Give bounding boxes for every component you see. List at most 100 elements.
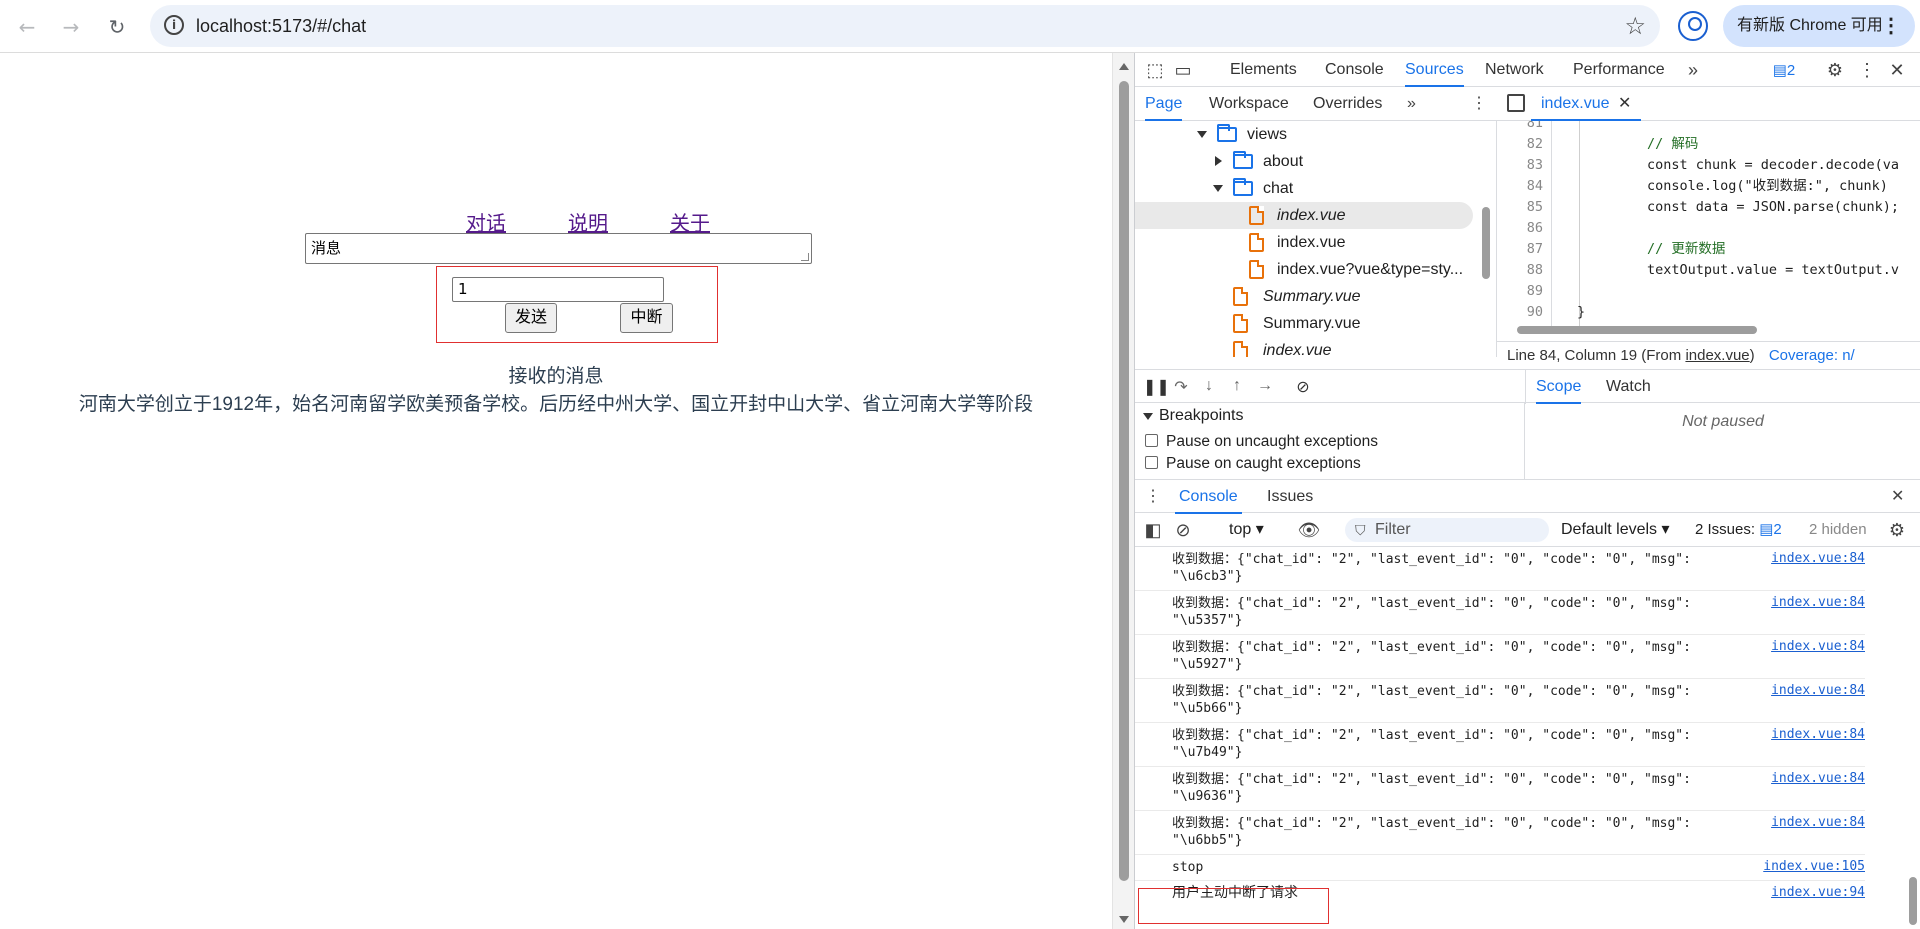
- log-source-link[interactable]: index.vue:84: [1771, 551, 1865, 566]
- send-button[interactable]: 发送: [505, 303, 557, 333]
- issues-badge[interactable]: ▤ 2: [1767, 60, 1801, 80]
- log-levels-dropdown[interactable]: Default levels ▾: [1561, 513, 1670, 547]
- step-over-icon[interactable]: ↷: [1171, 377, 1191, 397]
- tab-page[interactable]: Page: [1145, 87, 1183, 121]
- back-arrow-icon[interactable]: ←: [10, 10, 44, 44]
- resize-handle-icon[interactable]: [801, 253, 809, 261]
- message-textarea[interactable]: 消息: [305, 233, 812, 264]
- log-source-link[interactable]: index.vue:94: [1771, 885, 1865, 900]
- clear-console-icon[interactable]: ⊘: [1173, 520, 1193, 540]
- tree-scrollbar[interactable]: [1479, 121, 1493, 357]
- more-nav-chevron-icon[interactable]: »: [1407, 87, 1416, 121]
- coverage-link[interactable]: Coverage: n/: [1769, 347, 1855, 364]
- inspect-element-icon[interactable]: ⬚: [1145, 60, 1165, 80]
- drawer-menu-icon[interactable]: ⋮: [1145, 480, 1161, 514]
- live-expression-eye-icon[interactable]: 👁: [1297, 520, 1321, 540]
- scroll-up-icon[interactable]: [1119, 63, 1129, 70]
- sidebar-toggle-icon[interactable]: ◧: [1143, 520, 1163, 540]
- editor-hscrollbar[interactable]: [1497, 323, 1920, 337]
- tab-performance[interactable]: Performance: [1573, 53, 1665, 87]
- abort-button[interactable]: 中断: [620, 303, 673, 333]
- device-toolbar-icon[interactable]: ▭: [1173, 60, 1193, 80]
- profile-avatar-icon[interactable]: [1678, 11, 1708, 41]
- context-selector[interactable]: top ▾: [1229, 513, 1264, 547]
- tree-item-file[interactable]: index.vue?vue&type=sty...: [1135, 256, 1475, 283]
- chrome-update-button[interactable]: 有新版 Chrome 可用 ⋮: [1723, 5, 1915, 47]
- settings-gear-icon[interactable]: ⚙: [1825, 60, 1845, 80]
- log-source-link[interactable]: index.vue:84: [1771, 639, 1865, 654]
- tree-item-views[interactable]: views: [1135, 121, 1475, 148]
- log-source-link[interactable]: index.vue:84: [1771, 815, 1865, 830]
- issues-counter[interactable]: 2 Issues: ▤2: [1695, 513, 1782, 547]
- pause-caught-checkbox[interactable]: Pause on caught exceptions: [1145, 455, 1361, 473]
- devtools-menu-icon[interactable]: ⋮: [1857, 60, 1877, 80]
- console-filter-input[interactable]: Filter: [1345, 518, 1549, 542]
- scroll-down-icon[interactable]: [1119, 916, 1129, 923]
- tree-item-file[interactable]: index.vue: [1135, 337, 1475, 357]
- console-settings-gear-icon[interactable]: ⚙: [1887, 520, 1907, 540]
- page-scrollbar[interactable]: [1112, 53, 1134, 929]
- more-tabs-chevron-icon[interactable]: »: [1683, 60, 1703, 80]
- source-file-link[interactable]: index.vue: [1685, 347, 1749, 364]
- navigator-menu-icon[interactable]: ⋮: [1471, 87, 1487, 121]
- tree-item-chat[interactable]: chat: [1135, 175, 1475, 202]
- code-editor[interactable]: 81 82 83 84 85 86 87 88 89 90 // 解码 cons…: [1497, 121, 1920, 331]
- log-entry[interactable]: 收到数据：{"chat_id": "2", "last_event_id": "…: [1135, 679, 1865, 723]
- tree-item-file-selected[interactable]: index.vue: [1135, 202, 1473, 229]
- drawer-tab-console[interactable]: Console: [1175, 480, 1242, 514]
- nav-link-help[interactable]: 说明: [568, 207, 608, 236]
- console-scrollbar[interactable]: [1905, 547, 1920, 929]
- log-entry[interactable]: 收到数据：{"chat_id": "2", "last_event_id": "…: [1135, 591, 1865, 635]
- checkbox[interactable]: [1145, 434, 1158, 447]
- scroll-thumb[interactable]: [1119, 81, 1129, 881]
- log-entry[interactable]: 收到数据：{"chat_id": "2", "last_event_id": "…: [1135, 635, 1865, 679]
- scroll-thumb[interactable]: [1517, 326, 1757, 334]
- tree-item-file[interactable]: Summary.vue: [1135, 310, 1475, 337]
- tree-item-file[interactable]: Summary.vue: [1135, 283, 1475, 310]
- more-menu-icon[interactable]: ⋮: [1881, 5, 1901, 47]
- log-source-link[interactable]: index.vue:84: [1771, 683, 1865, 698]
- drawer-tab-issues[interactable]: Issues: [1267, 480, 1313, 514]
- tab-scope[interactable]: Scope: [1536, 370, 1582, 404]
- pause-icon[interactable]: ❚❚: [1143, 377, 1170, 397]
- bookmark-star-icon[interactable]: ☆: [1624, 12, 1646, 40]
- close-tab-icon[interactable]: ✕: [1618, 95, 1631, 112]
- checkbox[interactable]: [1145, 456, 1158, 469]
- tab-console[interactable]: Console: [1325, 53, 1384, 87]
- step-out-icon[interactable]: ↑: [1227, 377, 1247, 397]
- address-bar[interactable]: i localhost:5173/#/chat ☆: [150, 5, 1660, 47]
- breakpoints-header[interactable]: Breakpoints: [1143, 407, 1244, 425]
- nav-link-chat[interactable]: 对话: [466, 207, 506, 236]
- log-source-link[interactable]: index.vue:84: [1771, 595, 1865, 610]
- tab-overrides[interactable]: Overrides: [1313, 87, 1382, 121]
- scroll-thumb[interactable]: [1909, 877, 1917, 925]
- deactivate-breakpoints-icon[interactable]: ⊘: [1293, 377, 1313, 397]
- tab-workspace[interactable]: Workspace: [1209, 87, 1289, 121]
- step-icon[interactable]: →: [1255, 377, 1275, 397]
- tab-sources[interactable]: Sources: [1405, 53, 1464, 87]
- nav-link-about[interactable]: 关于: [670, 207, 710, 236]
- close-devtools-icon[interactable]: ✕: [1887, 60, 1907, 80]
- tree-item-about[interactable]: about: [1135, 148, 1475, 175]
- toggle-navigator-icon[interactable]: [1507, 94, 1525, 112]
- tab-watch[interactable]: Watch: [1606, 370, 1651, 404]
- tree-item-file[interactable]: index.vue: [1135, 229, 1475, 256]
- pause-uncaught-checkbox[interactable]: Pause on uncaught exceptions: [1145, 433, 1378, 451]
- log-source-link[interactable]: index.vue:84: [1771, 771, 1865, 786]
- forward-arrow-icon[interactable]: →: [54, 10, 88, 44]
- log-entry[interactable]: stop index.vue:105: [1135, 855, 1865, 881]
- number-input[interactable]: 1: [452, 277, 664, 302]
- log-entry[interactable]: 收到数据：{"chat_id": "2", "last_event_id": "…: [1135, 723, 1865, 767]
- reload-icon[interactable]: ↻: [100, 10, 134, 44]
- scroll-thumb[interactable]: [1482, 207, 1490, 279]
- tab-elements[interactable]: Elements: [1230, 53, 1297, 87]
- log-entry[interactable]: 收到数据：{"chat_id": "2", "last_event_id": "…: [1135, 547, 1865, 591]
- editor-tab-file[interactable]: index.vue ✕: [1531, 87, 1642, 121]
- log-source-link[interactable]: index.vue:105: [1763, 859, 1865, 874]
- url-text[interactable]: localhost:5173/#/chat: [196, 16, 366, 37]
- tab-network[interactable]: Network: [1485, 53, 1544, 87]
- close-drawer-icon[interactable]: ✕: [1891, 480, 1904, 514]
- site-info-icon[interactable]: i: [164, 15, 184, 35]
- step-into-icon[interactable]: ↓: [1199, 377, 1219, 397]
- log-entry[interactable]: 收到数据：{"chat_id": "2", "last_event_id": "…: [1135, 767, 1865, 811]
